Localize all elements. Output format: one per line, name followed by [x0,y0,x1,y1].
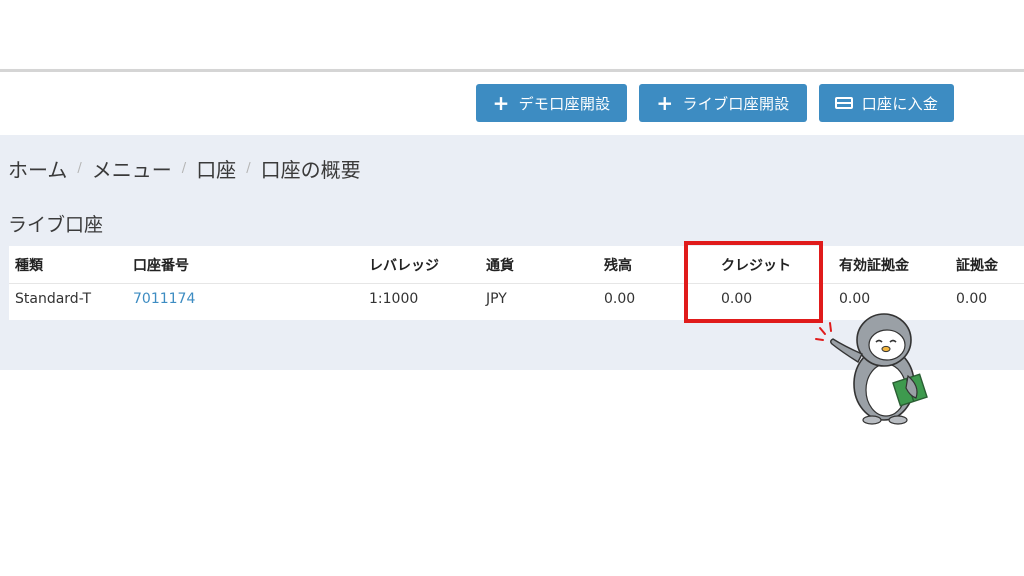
credit-card-icon [834,97,853,109]
breadcrumb-home[interactable]: ホーム [8,154,67,183]
plus-icon: + [656,91,674,115]
header-equity: 有効証拠金 [839,258,909,274]
cell-currency: JPY [486,291,507,307]
header-leverage: レバレッジ [369,258,439,274]
deposit-button[interactable]: 口座に入金 [819,84,954,122]
breadcrumb-separator: / [77,161,82,176]
open-live-account-button[interactable]: + ライブ口座開設 [639,84,807,122]
header-type: 種類 [15,258,43,274]
open-demo-account-button[interactable]: + デモ口座開設 [476,84,627,122]
open-live-account-label: ライブ口座開設 [682,94,790,113]
cell-type: Standard-T [15,291,92,307]
open-demo-account-label: デモ口座開設 [518,94,611,113]
penguin-mascot-icon [815,313,928,425]
cell-leverage: 1:1000 [369,291,419,307]
credit-highlight-box [684,241,823,323]
breadcrumb-separator: / [181,161,187,176]
header-account-number: 口座番号 [133,258,189,274]
breadcrumb-menu[interactable]: メニュー [92,154,172,183]
cell-balance: 0.00 [604,291,636,307]
breadcrumb: ホーム / メニュー / 口座 / 口座の概要 [8,154,361,183]
plus-icon: + [492,91,510,115]
header-margin: 証拠金 [956,258,998,274]
section-title: ライブ口座 [8,214,104,236]
header-currency: 通貨 [486,258,514,274]
deposit-label: 口座に入金 [861,94,939,113]
breadcrumb-account-overview: 口座の概要 [260,158,361,182]
table-row-divider [9,283,1024,284]
cell-equity: 0.00 [839,291,871,307]
header-balance: 残高 [604,258,632,274]
breadcrumb-separator: / [246,161,251,176]
breadcrumb-account[interactable]: 口座 [196,154,236,183]
cell-margin: 0.00 [956,291,988,307]
account-number-link[interactable]: 7011174 [133,291,195,307]
